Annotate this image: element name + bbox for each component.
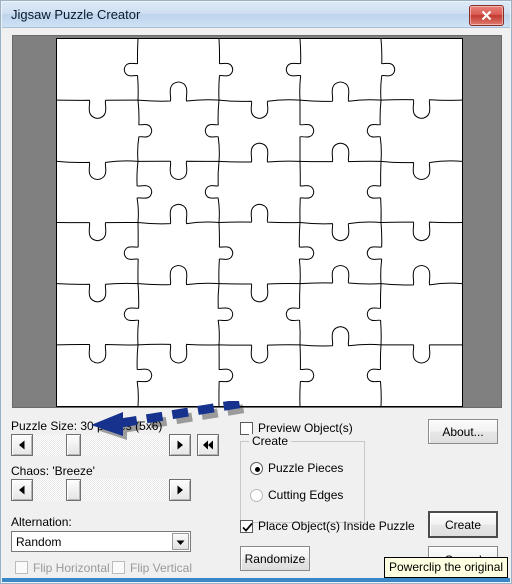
puzzle-size-decrease-button[interactable] — [11, 434, 33, 456]
flip-horizontal-label: Flip Horizontal — [33, 561, 110, 575]
title-bar: Jigsaw Puzzle Creator — [2, 2, 510, 28]
puzzle-preview-panel — [12, 35, 502, 408]
chaos-label: Chaos: 'Breeze' — [11, 464, 95, 478]
chaos-slider[interactable] — [11, 479, 191, 501]
puzzle-size-increase-button[interactable] — [169, 434, 191, 456]
puzzle-canvas[interactable] — [56, 38, 463, 407]
flip-horizontal-checkbox[interactable] — [15, 561, 28, 574]
close-button[interactable] — [469, 5, 504, 26]
flip-vertical-label: Flip Vertical — [130, 561, 193, 575]
create-button[interactable]: Create — [428, 511, 498, 538]
place-objects-label: Place Object(s) Inside Puzzle — [258, 519, 415, 533]
radio-puzzle-pieces[interactable] — [250, 462, 263, 475]
radio-cutting-edges-label: Cutting Edges — [268, 488, 344, 502]
jigsaw-puzzle-creator-window: Jigsaw Puzzle Creator Puzzle Size: 30 pi… — [0, 0, 512, 584]
window-title: Jigsaw Puzzle Creator — [11, 7, 141, 22]
chaos-decrease-button[interactable] — [11, 479, 33, 501]
alternation-combobox[interactable]: Random — [11, 531, 191, 552]
puzzle-size-label: Puzzle Size: 30 pieces (5x6) — [11, 419, 163, 433]
flip-vertical-checkbox[interactable] — [112, 561, 125, 574]
randomize-button[interactable]: Randomize — [240, 546, 310, 571]
about-button[interactable]: About... — [428, 419, 498, 444]
chaos-thumb[interactable] — [66, 479, 81, 501]
place-objects-checkbox[interactable] — [240, 520, 253, 533]
radio-cutting-edges[interactable] — [250, 489, 263, 502]
create-groupbox-title: Create — [249, 434, 292, 448]
puzzle-size-reset-button[interactable] — [197, 434, 219, 456]
alternation-dropdown-button[interactable] — [172, 533, 189, 550]
create-groupbox — [240, 441, 365, 523]
preview-objects-label: Preview Object(s) — [258, 421, 353, 435]
radio-puzzle-pieces-label: Puzzle Pieces — [268, 461, 344, 475]
radio-selected-dot — [255, 467, 260, 472]
status-strip — [2, 578, 510, 582]
alternation-label: Alternation: — [11, 515, 72, 529]
puzzle-grid-drawing — [57, 39, 462, 406]
chaos-increase-button[interactable] — [169, 479, 191, 501]
tooltip: Powerclip the original — [384, 557, 509, 578]
puzzle-size-slider[interactable] — [11, 434, 191, 456]
alternation-value: Random — [16, 535, 62, 549]
puzzle-size-thumb[interactable] — [66, 434, 81, 456]
